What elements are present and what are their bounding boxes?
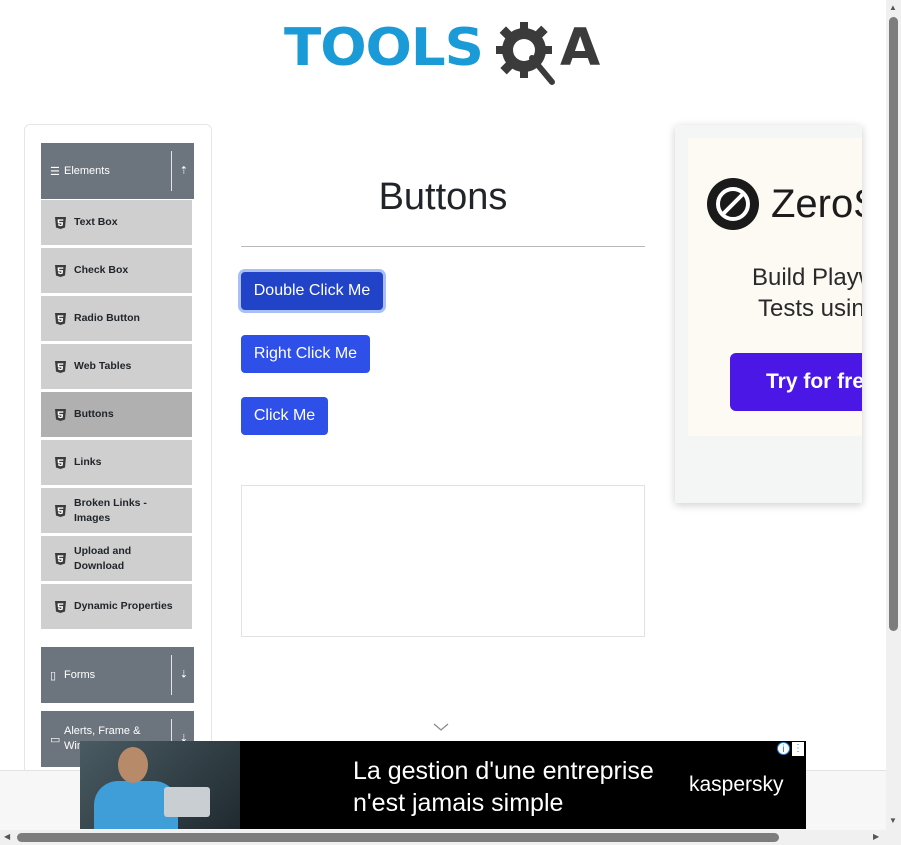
sidebar-item-radio-button[interactable]: Radio Button — [41, 296, 192, 344]
sidebar-item-label: Web Tables — [74, 360, 132, 372]
document-icon: ▯ — [50, 669, 57, 682]
sidebar-item-dynamic-properties[interactable]: Dynamic Properties — [41, 584, 192, 632]
click-me-button[interactable]: Click Me — [241, 397, 328, 435]
html5-icon — [55, 264, 66, 277]
ad-headline: La gestion d'une entreprise n'est jamais… — [353, 755, 654, 819]
sidebar-item-label: Upload and Download — [74, 544, 132, 572]
sidebar-item-text-box[interactable]: Text Box — [41, 200, 192, 248]
vertical-scroll-thumb[interactable] — [889, 17, 898, 631]
sidebar-item-label: Dynamic Properties — [74, 600, 173, 612]
html5-icon — [55, 408, 66, 421]
sidebar-item-label: Text Box — [74, 216, 118, 228]
ad-text: Build Playwr Tests using — [733, 262, 862, 324]
expand-arrow-icon[interactable]: ⇣ — [180, 670, 188, 681]
left-sidebar: ☰ Elements ⇡ Text Box Check Box Radio Bu… — [24, 124, 212, 826]
ad-text-line: Build Playwr — [751, 264, 862, 291]
page-title: Buttons — [378, 176, 508, 218]
horizontal-scrollbar[interactable]: ◀ ▶ — [0, 830, 901, 845]
vertical-scrollbar[interactable]: ▲ ▼ — [886, 0, 901, 830]
laptop — [164, 787, 210, 817]
bottom-banner-ad[interactable]: La gestion d'une entreprise n'est jamais… — [80, 741, 806, 829]
right-click-button[interactable]: Right Click Me — [241, 335, 370, 373]
ad-text-line: Tests using — [757, 295, 862, 322]
logo-mark-icon — [716, 187, 750, 221]
ad-headline-line: n'est jamais simple — [353, 789, 564, 817]
window-icon: ▭ — [50, 733, 61, 746]
scroll-up-icon[interactable]: ▲ — [889, 4, 897, 12]
zerostep-logo-icon — [707, 178, 759, 230]
person-head — [118, 747, 148, 783]
html5-icon — [55, 552, 66, 565]
ad-cta-button[interactable]: Try for free — [730, 353, 862, 411]
html5-icon — [55, 600, 66, 613]
ad-photo — [80, 741, 240, 829]
sidebar-item-label: Radio Button — [74, 312, 140, 324]
scroll-left-icon[interactable]: ◀ — [4, 833, 10, 841]
sidebar-item-upload-download[interactable]: Upload and Download — [41, 536, 192, 584]
right-advertisement[interactable]: ZeroS Build Playwr Tests using Try for f… — [675, 125, 862, 503]
group-label: Forms — [64, 668, 96, 681]
sidebar-item-label: Links — [74, 456, 102, 468]
chevron-down-icon[interactable] — [433, 722, 449, 732]
collapse-arrow-icon[interactable]: ⇡ — [180, 166, 188, 177]
ad-card: ZeroS Build Playwr Tests using Try for f… — [688, 138, 862, 436]
sidebar-item-broken-links[interactable]: Broken Links - Images — [41, 488, 192, 536]
scroll-right-icon[interactable]: ▶ — [873, 833, 879, 841]
html5-icon — [55, 456, 66, 469]
group-divider — [171, 655, 172, 695]
group-header-forms[interactable]: ▯ Forms ⇣ — [41, 647, 194, 703]
ad-brand: ZeroS — [771, 182, 862, 226]
sidebar-item-buttons[interactable]: Buttons — [41, 392, 192, 440]
gear-magnifier-icon — [496, 22, 555, 85]
html5-icon — [55, 216, 66, 229]
hamburger-icon: ☰ — [50, 165, 60, 178]
logo-tools-text: TOOLS — [284, 18, 484, 78]
html5-icon — [55, 504, 66, 517]
toolsqa-logo[interactable]: TOOLS A — [284, 16, 606, 90]
html5-icon — [55, 312, 66, 325]
sidebar-item-label: Check Box — [74, 264, 129, 276]
ad-headline-line: La gestion d'une entreprise — [353, 757, 654, 785]
group-divider — [171, 151, 172, 191]
elements-menu-list: Text Box Check Box Radio Button Web Tabl… — [41, 200, 192, 632]
sidebar-item-web-tables[interactable]: Web Tables — [41, 344, 192, 392]
sidebar-item-links[interactable]: Links — [41, 440, 192, 488]
horizontal-scroll-thumb[interactable] — [17, 833, 779, 842]
ad-info-icon[interactable]: i — [777, 742, 790, 755]
result-box — [241, 485, 645, 637]
sidebar-item-label: Buttons — [74, 408, 114, 420]
group-label: Elements — [64, 164, 110, 177]
double-click-button[interactable]: Double Click Me — [241, 272, 383, 310]
ad-menu-icon[interactable]: ⋮ — [792, 742, 804, 756]
sidebar-item-label: Broken Links - Images — [74, 496, 147, 524]
sidebar-item-check-box[interactable]: Check Box — [41, 248, 192, 296]
html5-icon — [55, 360, 66, 373]
group-header-elements[interactable]: ☰ Elements ⇡ — [41, 143, 194, 199]
logo-a-text: A — [560, 18, 601, 78]
kaspersky-logo: kaspersky — [689, 773, 784, 796]
title-divider — [241, 246, 645, 247]
scroll-down-icon[interactable]: ▼ — [889, 817, 897, 825]
